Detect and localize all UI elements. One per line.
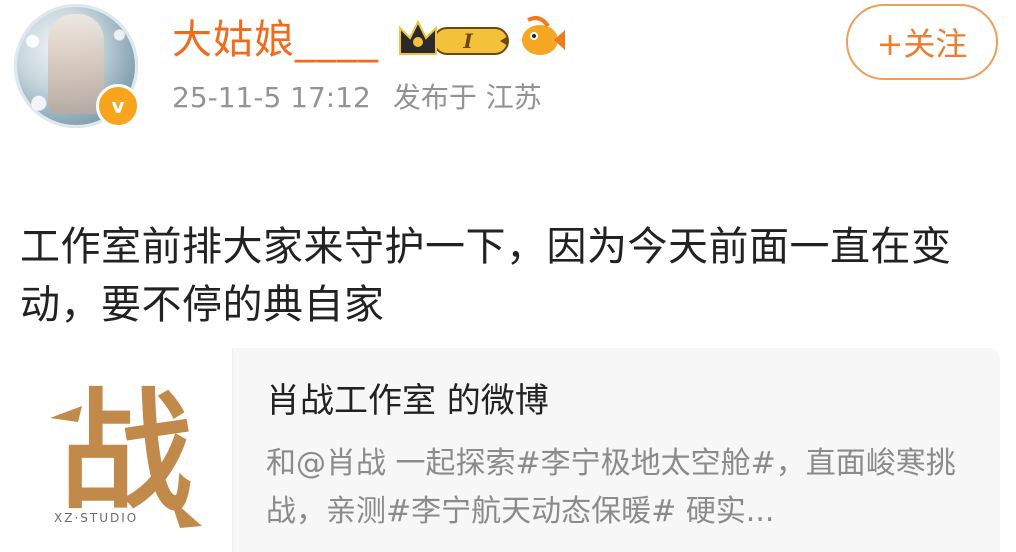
- weibo-post: v 大姑娘____ I 25-11-5 17:12 发布于 江苏 +关注 工作室前…: [0, 0, 1016, 552]
- vip-crown-badge-icon[interactable]: I: [396, 18, 514, 62]
- shared-post-card[interactable]: 战 XZ·STUDIO 肖战工作室 的微博 和@肖战 一起探索#李宁极地太空舱#…: [20, 348, 1000, 552]
- fish-badge-icon[interactable]: [518, 16, 566, 60]
- shared-card-title: 肖战工作室 的微博: [266, 381, 549, 421]
- vip-level-text: I: [462, 29, 473, 53]
- post-meta: 25-11-5 17:12 发布于 江苏: [172, 78, 564, 118]
- studio-logo-caption: XZ·STUDIO: [54, 511, 139, 525]
- username[interactable]: 大姑娘____: [172, 14, 379, 66]
- post-time: 25-11-5 17:12: [172, 81, 371, 114]
- verified-badge-icon: v: [96, 84, 140, 128]
- studio-logo-glyph: 战: [60, 375, 192, 530]
- post-body-text: 工作室前排大家来守护一下，因为今天前面一直在变动，要不停的典自家: [20, 224, 952, 328]
- post-location: 发布于 江苏: [392, 81, 542, 114]
- shared-card-description: 和@肖战 一起探索#李宁极地太空舱#，直面峻寒挑战，亲测#李宁航天动态保暖# 硬…: [266, 446, 956, 529]
- studio-logo-thumbnail: 战 XZ·STUDIO: [20, 348, 233, 552]
- follow-button[interactable]: +关注: [846, 4, 998, 80]
